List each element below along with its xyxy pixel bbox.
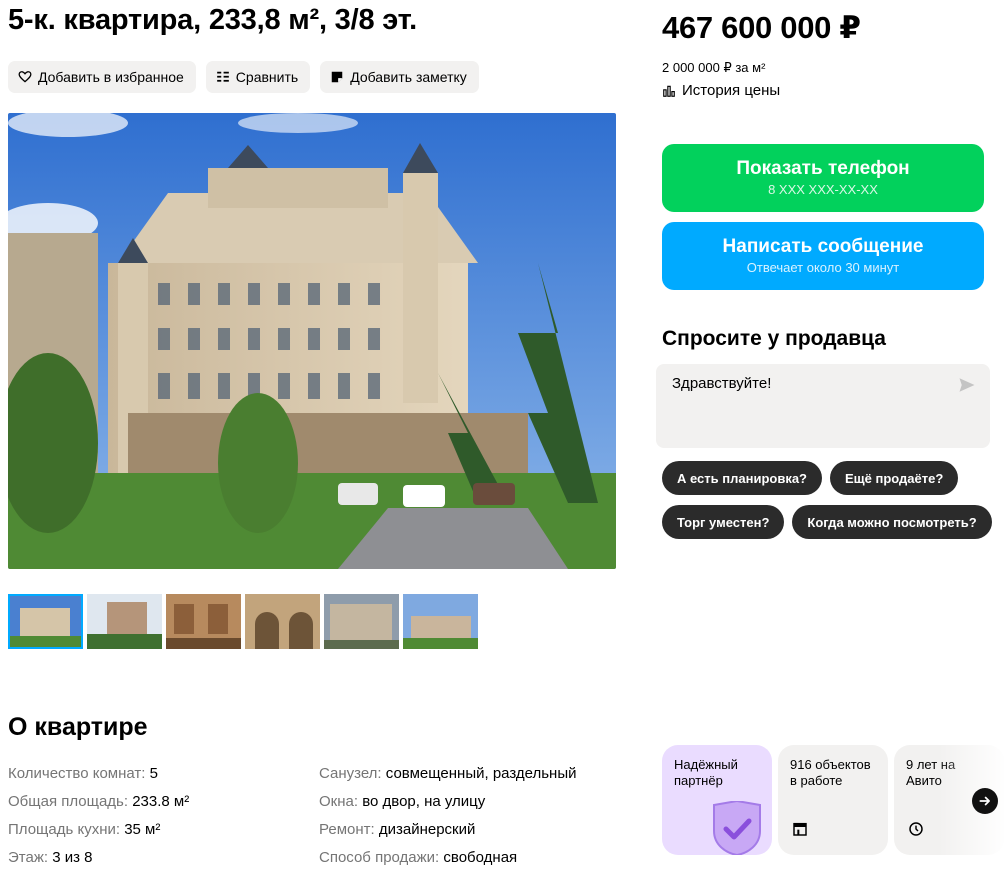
compare-label: Сравнить — [235, 69, 299, 85]
thumbnail[interactable] — [324, 594, 399, 649]
badge-text: 916 объектов в работе — [790, 757, 871, 788]
clock-icon — [909, 822, 923, 836]
heart-icon — [18, 71, 32, 83]
about-title: О квартире — [8, 713, 148, 741]
param-row: Санузел: совмещенный, раздельный — [319, 765, 577, 782]
quick-reply-chip[interactable]: Ещё продаёте? — [830, 461, 959, 495]
add-favorite-button[interactable]: Добавить в избранное — [8, 61, 196, 93]
price-history-label: История цены — [682, 82, 781, 99]
price-total: 467 600 000 ₽ — [662, 10, 861, 45]
building-photo — [8, 113, 616, 569]
show-phone-button[interactable]: Показать телефон 8 XXX XXX-XX-XX — [662, 144, 984, 212]
param-row: Окна: во двор, на улицу — [319, 793, 486, 810]
response-time: Отвечает около 30 минут — [746, 260, 900, 275]
quick-reply-chip[interactable]: Торг уместен? — [662, 505, 785, 539]
quick-reply-chip[interactable]: А есть планировка? — [662, 461, 822, 495]
compare-icon — [216, 71, 229, 82]
thumbnail[interactable] — [245, 594, 320, 649]
shield-check-icon — [713, 801, 761, 855]
badge-text: Надёжный партнёр — [674, 757, 738, 788]
price-per-m2: 2 000 000 ₽ за м² — [662, 60, 766, 75]
thumbnail[interactable] — [87, 594, 162, 649]
photo-thumbnails — [8, 594, 478, 649]
param-row: Площадь кухни: 35 м² — [8, 821, 161, 838]
params-left: Количество комнат: 5 Общая площадь: 233.… — [8, 760, 189, 872]
param-row: Количество комнат: 5 — [8, 765, 158, 782]
ask-message-value: Здравствуйте! — [672, 375, 772, 392]
note-icon — [331, 71, 343, 83]
param-row: Общая площадь: 233.8 м² — [8, 793, 190, 810]
write-message-button[interactable]: Написать сообщение Отвечает около 30 мин… — [662, 222, 984, 290]
param-row: Этаж: 3 из 8 — [8, 849, 93, 866]
price-history-link[interactable]: История цены — [662, 82, 780, 99]
show-phone-label: Показать телефон — [736, 158, 910, 179]
quick-replies: А есть планировка? Ещё продаёте? Торг ум… — [662, 461, 992, 539]
thumbnail[interactable] — [166, 594, 241, 649]
params-right: Санузел: совмещенный, раздельный Окна: в… — [319, 760, 577, 872]
building-icon — [793, 822, 807, 836]
add-note-button[interactable]: Добавить заметку — [320, 61, 479, 93]
param-row: Ремонт: дизайнерский — [319, 821, 476, 838]
send-icon[interactable] — [958, 376, 976, 394]
main-photo[interactable] — [8, 113, 616, 569]
phone-masked: 8 XXX XXX-XX-XX — [768, 182, 878, 197]
listing-actions: Добавить в избранное Сравнить Добавить з… — [8, 61, 479, 93]
param-row: Способ продажи: свободная — [319, 849, 518, 866]
ask-message-input[interactable]: Здравствуйте! — [656, 364, 990, 448]
arrow-right-icon — [979, 796, 990, 806]
listing-title: 5-к. квартира, 233,8 м², 3/8 эт. — [8, 4, 417, 36]
add-favorite-label: Добавить в избранное — [38, 69, 184, 85]
thumbnail[interactable] — [8, 594, 83, 649]
next-badges-button[interactable] — [972, 788, 998, 814]
thumbnail[interactable] — [403, 594, 478, 649]
chart-bars-icon — [663, 85, 675, 97]
quick-reply-chip[interactable]: Когда можно посмотреть? — [792, 505, 992, 539]
add-note-label: Добавить заметку — [350, 69, 467, 85]
ask-seller-title: Спросите у продавца — [662, 327, 886, 350]
badge-objects-in-work[interactable]: 916 объектов в работе — [778, 745, 888, 855]
compare-button[interactable]: Сравнить — [205, 61, 311, 93]
write-message-label: Написать сообщение — [722, 236, 924, 257]
badge-reliable-partner[interactable]: Надёжный партнёр — [662, 745, 772, 855]
